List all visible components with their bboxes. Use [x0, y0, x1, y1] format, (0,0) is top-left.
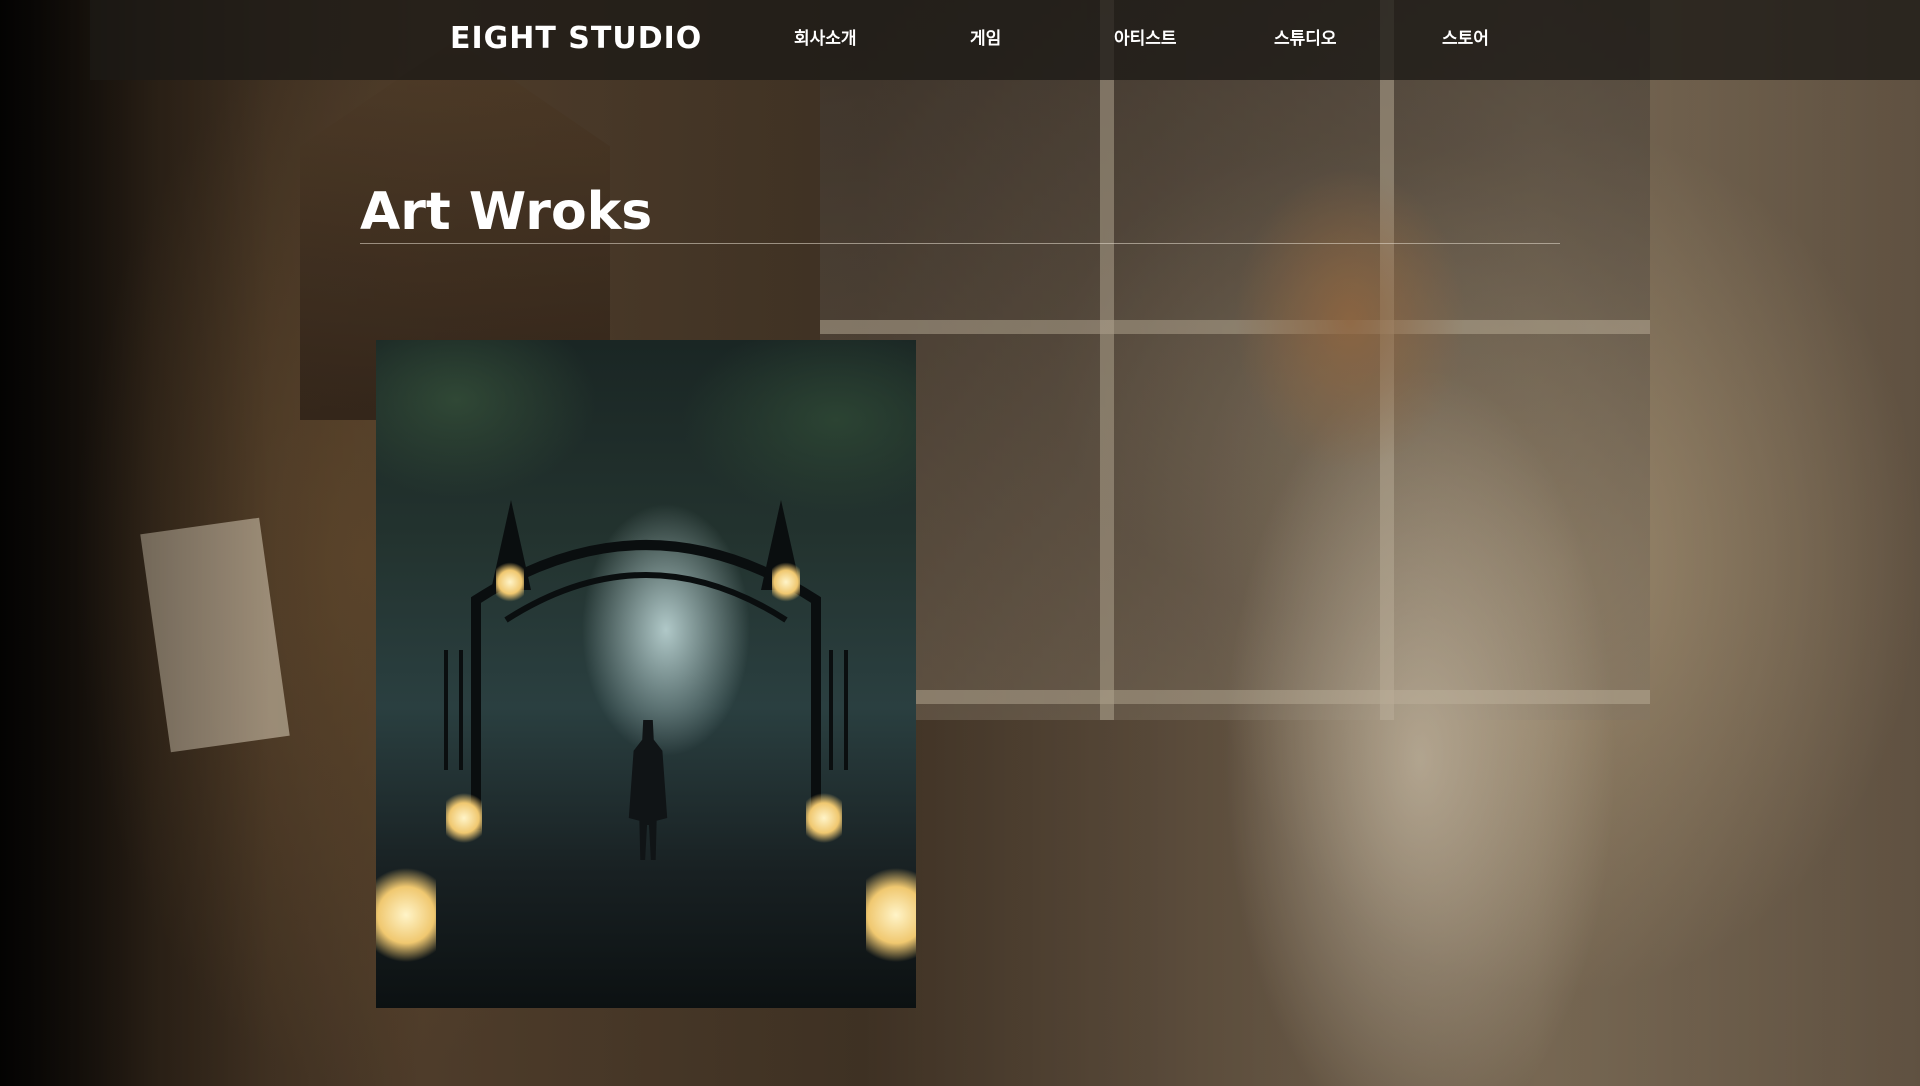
artwork-lantern — [496, 560, 524, 604]
top-nav-bar: EIGHT STUDIO 회사소개 게임 아티스트 스튜디오 스토어 — [90, 0, 1920, 80]
nav-item-store[interactable]: 스토어 — [1442, 26, 1489, 52]
artwork-lantern — [866, 860, 916, 970]
artwork-lantern — [772, 560, 800, 604]
page: EIGHT STUDIO 회사소개 게임 아티스트 스튜디오 스토어 Art W… — [0, 0, 1920, 1086]
artwork-lantern — [376, 860, 436, 970]
nav-item-studio[interactable]: 스튜디오 — [1274, 26, 1337, 52]
title-divider — [360, 243, 1560, 244]
nav-item-company[interactable]: 회사소개 — [794, 26, 857, 52]
nav-item-artists[interactable]: 아티스트 — [1114, 26, 1177, 52]
artwork-lantern — [446, 790, 482, 846]
nav-item-games[interactable]: 게임 — [970, 26, 1001, 52]
artwork-lantern — [806, 790, 842, 846]
page-title: Art Wroks — [360, 182, 653, 242]
main-nav: 회사소개 게임 아티스트 스튜디오 스토어 — [90, 0, 1920, 80]
background-shade — [0, 0, 1920, 1086]
artwork-thumbnail[interactable] — [376, 340, 916, 1008]
